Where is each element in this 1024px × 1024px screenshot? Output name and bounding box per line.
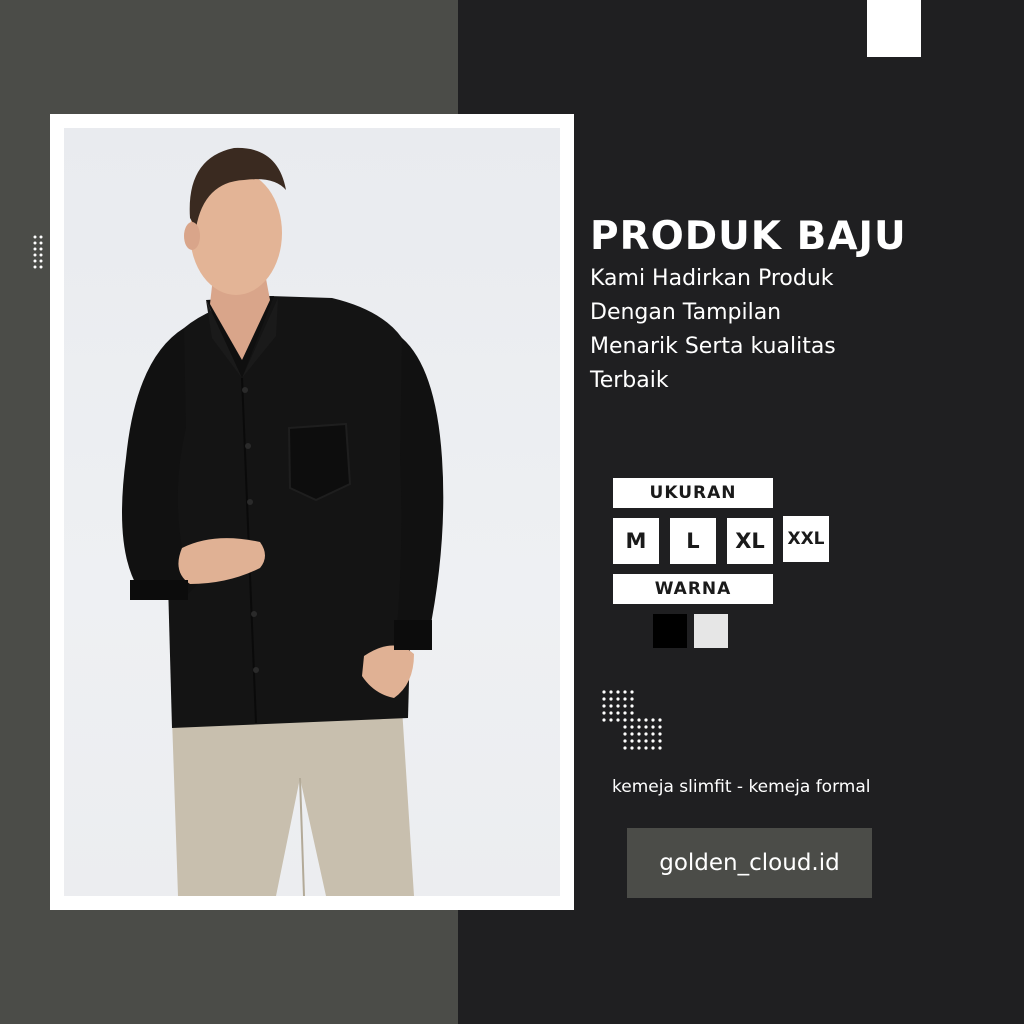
product-tagline: kemeja slimfit - kemeja formal — [612, 777, 871, 797]
subtitle-line: Dengan Tampilan — [590, 300, 782, 325]
color-label: WARNA — [613, 574, 773, 604]
size-option-m[interactable]: M — [613, 518, 659, 564]
brand-name: golden_cloud.id — [659, 850, 840, 876]
size-option-xl[interactable]: XL — [727, 518, 773, 564]
decorative-corner-square — [867, 0, 921, 57]
size-option-l[interactable]: L — [670, 518, 716, 564]
subtitle-line: Kami Hadirkan Produk — [590, 266, 834, 291]
black-swatch[interactable] — [653, 614, 687, 648]
product-title: PRODUK BAJU — [590, 214, 907, 259]
size-option-xxl[interactable]: XXL — [783, 516, 829, 562]
subtitle-line: Terbaik — [590, 368, 669, 393]
model-illustration — [122, 147, 444, 896]
brand-badge: golden_cloud.id — [627, 828, 872, 898]
product-photo-frame — [50, 114, 574, 910]
product-photo — [64, 128, 560, 896]
size-label: UKURAN — [613, 478, 773, 508]
decorative-dot-grid-right — [602, 690, 662, 750]
product-subtitle: Kami Hadirkan Produk Dengan Tampilan Men… — [590, 262, 920, 398]
subtitle-line: Menarik Serta kualitas — [590, 334, 836, 359]
light-gray-swatch[interactable] — [694, 614, 728, 648]
